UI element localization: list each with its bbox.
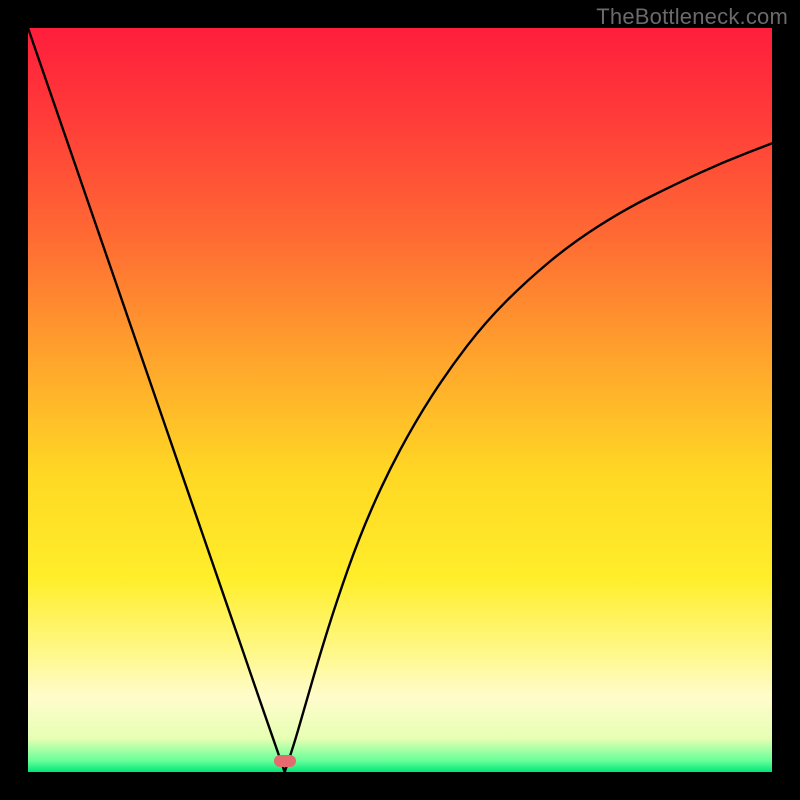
bottleneck-chart <box>28 28 772 772</box>
watermark-text: TheBottleneck.com <box>596 4 788 30</box>
chart-background <box>28 28 772 772</box>
outer-frame: TheBottleneck.com <box>0 0 800 800</box>
optimum-marker <box>274 755 296 767</box>
